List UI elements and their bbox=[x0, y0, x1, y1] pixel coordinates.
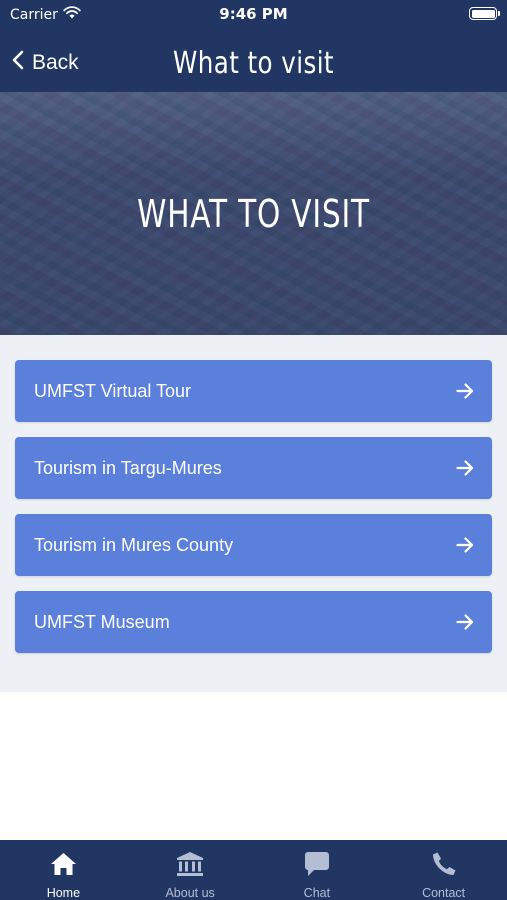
tab-label: Contact bbox=[422, 886, 466, 900]
page-title: What to visit bbox=[172, 46, 335, 81]
battery-icon bbox=[469, 7, 500, 20]
list-item-tourism-targu-mures[interactable]: Tourism in Targu-Mures bbox=[15, 437, 492, 499]
tab-label: Home bbox=[46, 886, 81, 900]
visit-list: UMFST Virtual Tour Tourism in Targu-Mure… bbox=[0, 335, 507, 692]
status-time: 9:46 PM bbox=[219, 5, 288, 23]
tab-about-us[interactable]: About us bbox=[127, 840, 254, 900]
status-bar: Carrier 9:46 PM bbox=[0, 0, 507, 28]
chat-icon bbox=[304, 850, 330, 878]
chevron-left-icon bbox=[12, 50, 24, 76]
tab-label: Chat bbox=[303, 886, 331, 900]
tab-contact[interactable]: Contact bbox=[380, 840, 507, 900]
institution-icon bbox=[176, 850, 204, 878]
tab-label: About us bbox=[165, 886, 215, 900]
arrow-right-icon bbox=[456, 614, 474, 630]
tab-home[interactable]: Home bbox=[0, 840, 127, 900]
list-item-virtual-tour[interactable]: UMFST Virtual Tour bbox=[15, 360, 492, 422]
home-icon bbox=[50, 850, 77, 878]
list-item-umfst-museum[interactable]: UMFST Museum bbox=[15, 591, 492, 653]
tab-chat[interactable]: Chat bbox=[254, 840, 381, 900]
arrow-right-icon bbox=[456, 460, 474, 476]
list-item-label: UMFST Museum bbox=[34, 611, 170, 632]
list-item-tourism-mures-county[interactable]: Tourism in Mures County bbox=[15, 514, 492, 576]
list-item-label: Tourism in Targu-Mures bbox=[34, 457, 222, 478]
list-item-label: UMFST Virtual Tour bbox=[34, 380, 192, 401]
tab-bar: Home About us Chat Contact bbox=[0, 840, 507, 900]
arrow-right-icon bbox=[456, 537, 474, 553]
phone-icon bbox=[431, 850, 457, 878]
nav-bar: Back What to visit bbox=[0, 28, 507, 92]
list-item-label: Tourism in Mures County bbox=[34, 534, 234, 555]
header: Carrier 9:46 PM Back What to visit bbox=[0, 0, 507, 92]
hero-title: WHAT TO VISIT bbox=[137, 192, 370, 236]
arrow-right-icon bbox=[456, 383, 474, 399]
hero-banner: WHAT TO VISIT bbox=[0, 92, 507, 335]
